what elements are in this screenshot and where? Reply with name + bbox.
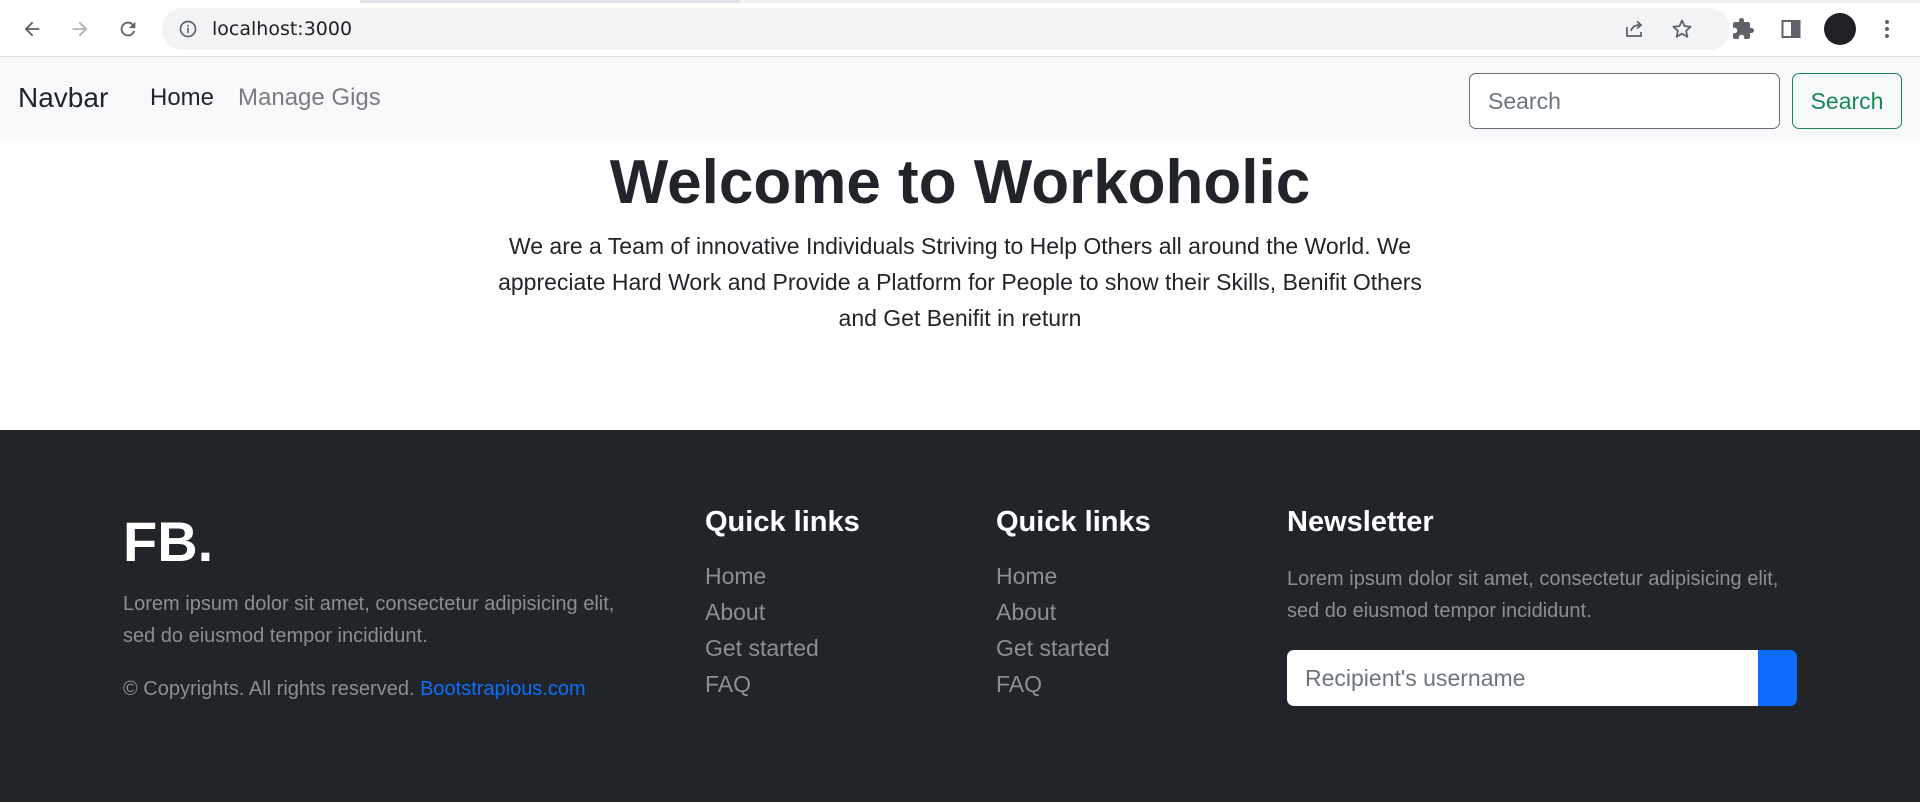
footer-copyright: © Copyrights. All rights reserved. Boots… bbox=[123, 674, 586, 704]
quick-links-heading: Quick links bbox=[996, 506, 1151, 538]
extensions-button[interactable] bbox=[1726, 12, 1760, 46]
browser-toolbar: localhost:3000 bbox=[0, 0, 1920, 57]
footer-link-home[interactable]: Home bbox=[996, 558, 1110, 594]
copyright-link[interactable]: Bootstrapious.com bbox=[420, 678, 586, 700]
footer-link-faq[interactable]: FAQ bbox=[996, 666, 1110, 702]
reload-button[interactable] bbox=[111, 12, 145, 46]
tab-strip-edge bbox=[740, 0, 1920, 3]
quick-links-list: Home About Get started FAQ bbox=[705, 558, 819, 702]
footer-link-get-started[interactable]: Get started bbox=[705, 630, 819, 666]
newsletter-heading: Newsletter bbox=[1287, 506, 1434, 538]
share-icon[interactable] bbox=[1622, 17, 1646, 41]
arrow-right-icon bbox=[72, 21, 88, 37]
back-button[interactable] bbox=[15, 12, 49, 46]
nav-link-home[interactable]: Home bbox=[150, 83, 214, 113]
search-input[interactable] bbox=[1469, 73, 1780, 129]
browser-menu-button[interactable] bbox=[1870, 12, 1904, 46]
quick-links-heading: Quick links bbox=[705, 506, 860, 538]
search-button[interactable]: Search bbox=[1792, 73, 1902, 129]
side-panel-button[interactable] bbox=[1774, 12, 1808, 46]
quick-links-list: Home About Get started FAQ bbox=[996, 558, 1110, 702]
reload-icon bbox=[120, 21, 136, 37]
profile-avatar[interactable] bbox=[1824, 13, 1856, 45]
footer-description: Lorem ipsum dolor sit amet, consectetur … bbox=[123, 593, 615, 647]
copyright-text: © Copyrights. All rights reserved. bbox=[123, 678, 415, 700]
tab-strip-edge bbox=[360, 0, 740, 3]
newsletter-subscribe-button[interactable] bbox=[1758, 650, 1797, 706]
navbar: Navbar Home Manage Gigs Search bbox=[0, 57, 1920, 141]
nav-link-manage-gigs[interactable]: Manage Gigs bbox=[238, 83, 381, 113]
arrow-left-icon bbox=[24, 21, 40, 37]
footer-link-get-started[interactable]: Get started bbox=[996, 630, 1110, 666]
footer: FB. Lorem ipsum dolor sit amet, consecte… bbox=[0, 430, 1920, 804]
hero-description: We are a Team of innovative Individuals … bbox=[498, 233, 1422, 331]
url-text[interactable]: localhost:3000 bbox=[212, 8, 352, 50]
kebab-menu-icon bbox=[1885, 20, 1889, 38]
puzzle-icon bbox=[1733, 18, 1754, 39]
info-icon[interactable] bbox=[178, 19, 198, 39]
navbar-brand[interactable]: Navbar bbox=[18, 79, 108, 117]
newsletter-username-input[interactable] bbox=[1287, 650, 1759, 706]
footer-link-about[interactable]: About bbox=[705, 594, 819, 630]
forward-button[interactable] bbox=[63, 12, 97, 46]
footer-link-home[interactable]: Home bbox=[705, 558, 819, 594]
page-title: Welcome to Workoholic bbox=[609, 148, 1311, 217]
footer-link-about[interactable]: About bbox=[996, 594, 1110, 630]
side-panel-icon bbox=[1781, 20, 1801, 38]
footer-logo: FB. bbox=[123, 510, 214, 573]
newsletter-description: Lorem ipsum dolor sit amet, consectetur … bbox=[1287, 568, 1779, 622]
star-icon[interactable] bbox=[1670, 17, 1694, 41]
footer-link-faq[interactable]: FAQ bbox=[705, 666, 819, 702]
address-bar[interactable]: localhost:3000 bbox=[162, 8, 1730, 50]
